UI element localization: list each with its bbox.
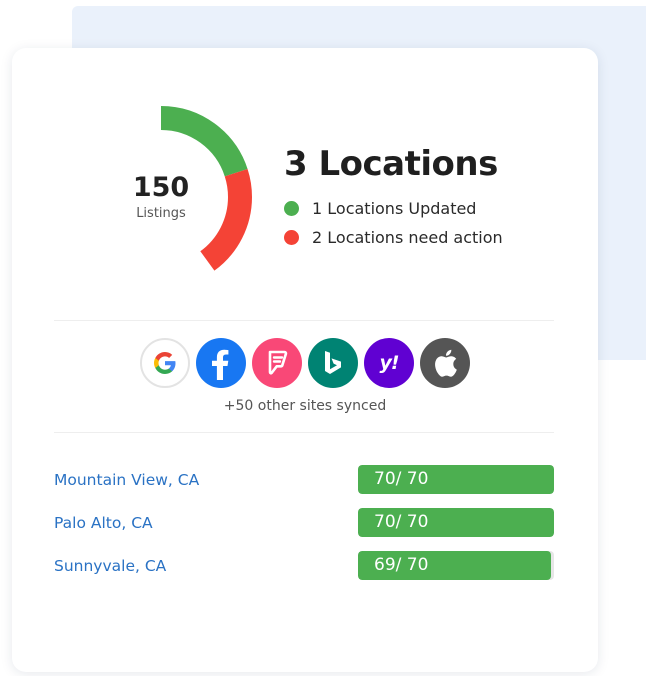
bing-logo-icon <box>325 351 341 374</box>
google-icon[interactable] <box>140 338 190 388</box>
other-sites-caption: +50 other sites synced <box>223 398 387 414</box>
google-logo-icon <box>154 352 176 374</box>
location-link-palo-alto[interactable]: Palo Alto, CA <box>54 514 153 532</box>
apple-icon[interactable] <box>420 338 470 388</box>
list-item: Sunnyvale, CA 69/ 70 <box>54 550 554 593</box>
legend-item-need-action: 2 Locations need action <box>284 223 503 252</box>
donut-center: 150 Listings <box>70 106 252 288</box>
score-value: 69/ 70 <box>374 555 429 575</box>
divider <box>54 320 554 321</box>
foursquare-icon[interactable] <box>252 338 302 388</box>
location-link-mountain-view[interactable]: Mountain View, CA <box>54 471 199 489</box>
legend-item-updated: 1 Locations Updated <box>284 194 503 223</box>
list-item: Mountain View, CA 70/ 70 <box>54 464 554 507</box>
divider <box>54 432 554 433</box>
locations-count-title: 3 Locations <box>284 144 498 184</box>
facebook-icon[interactable] <box>196 338 246 388</box>
score-value: 70/ 70 <box>374 469 429 489</box>
score-progress-bar: 69/ 70 <box>358 551 554 580</box>
yahoo-glyph-icon: y! <box>379 352 399 374</box>
listings-donut-chart: 150 Listings <box>70 106 252 288</box>
green-status-dot-icon <box>284 201 299 216</box>
listings-label: Listings <box>136 206 186 222</box>
score-progress-bar: 70/ 70 <box>358 508 554 537</box>
facebook-logo-icon <box>212 349 229 380</box>
legend-label-updated: 1 Locations Updated <box>312 199 477 218</box>
list-item: Palo Alto, CA 70/ 70 <box>54 507 554 550</box>
score-progress-bar: 70/ 70 <box>358 465 554 494</box>
apple-logo-icon <box>435 349 457 377</box>
synced-sites-row: y! <box>12 338 598 388</box>
legend-label-need-action: 2 Locations need action <box>312 228 503 247</box>
locations-summary: 3 Locations 1 Locations Updated 2 Locati… <box>284 144 503 252</box>
yahoo-icon[interactable]: y! <box>364 338 414 388</box>
location-link-sunnyvale[interactable]: Sunnyvale, CA <box>54 557 166 575</box>
score-value: 70/ 70 <box>374 512 429 532</box>
bing-icon[interactable] <box>308 338 358 388</box>
locations-summary-card: 150 Listings 3 Locations 1 Locations Upd… <box>12 48 598 672</box>
total-listings-count: 150 <box>132 171 190 203</box>
foursquare-logo-icon <box>268 350 288 375</box>
red-status-dot-icon <box>284 230 299 245</box>
locations-list: Mountain View, CA 70/ 70 Palo Alto, CA 7… <box>54 464 554 593</box>
